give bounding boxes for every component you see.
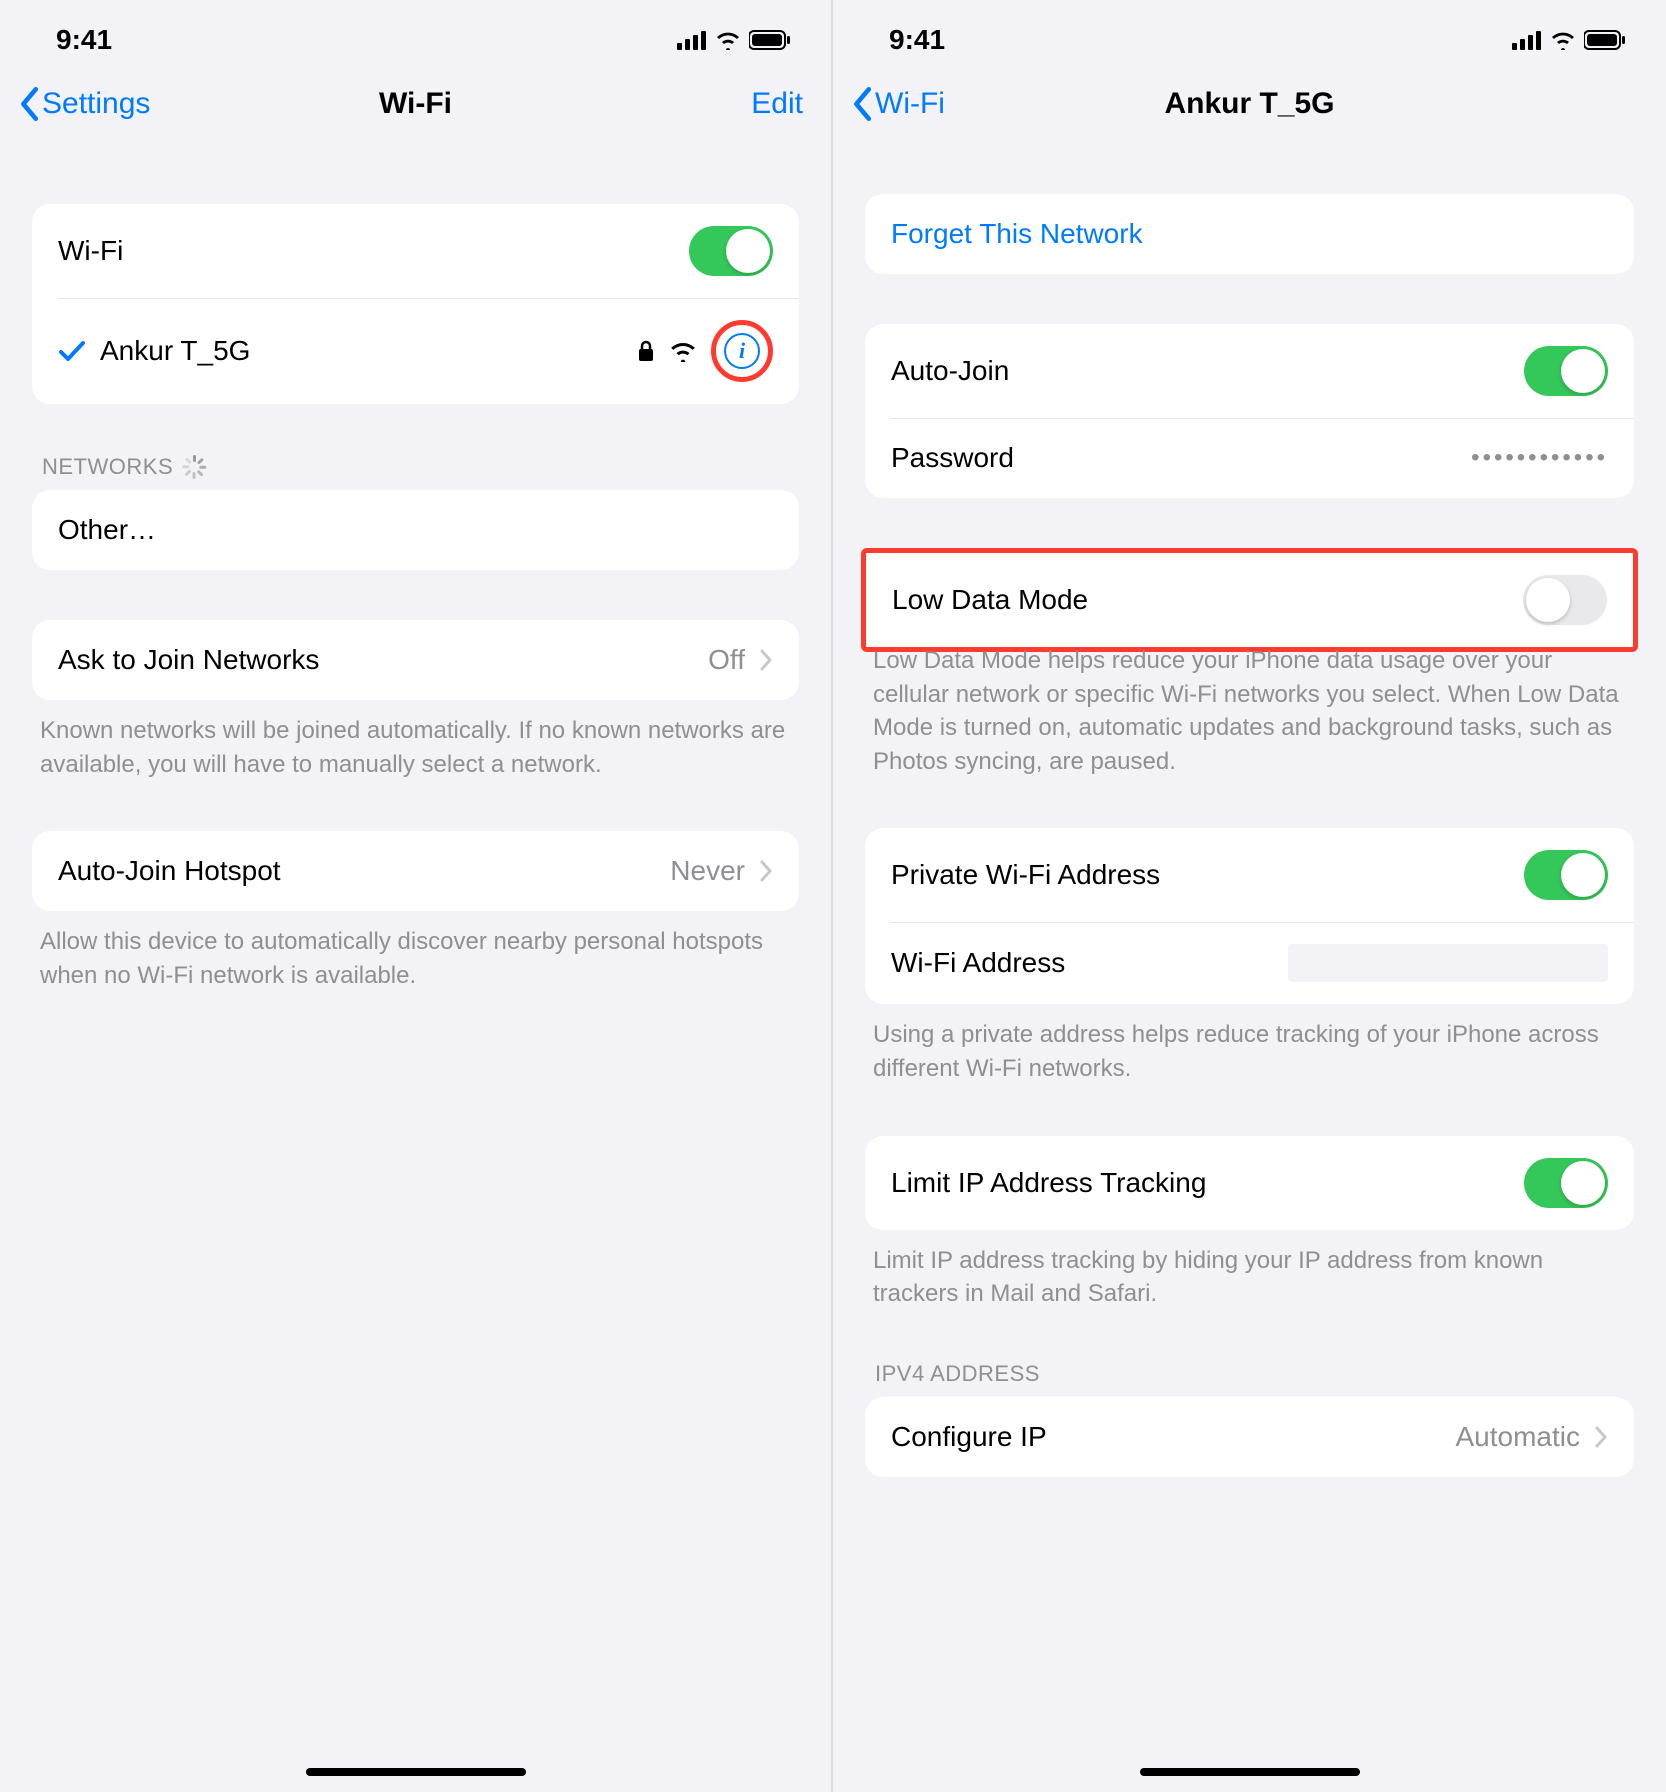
networks-group: NETWORKS Other… <box>32 454 799 570</box>
wifi-addr-label: Wi-Fi Address <box>891 947 1288 979</box>
forget-network-label: Forget This Network <box>891 218 1143 250</box>
info-button[interactable]: i <box>724 333 760 369</box>
back-label: Wi-Fi <box>875 87 945 121</box>
ask-join-row[interactable]: Ask to Join Networks Off <box>32 620 799 700</box>
chevron-right-icon <box>759 648 773 672</box>
nav-bar: Settings Wi-Fi Edit <box>0 64 831 144</box>
lock-icon <box>637 339 655 363</box>
nav-title: Ankur T_5G <box>833 87 1666 121</box>
wifi-addr-value-redacted <box>1288 944 1608 982</box>
cellular-icon <box>1512 30 1542 50</box>
hotspot-row[interactable]: Auto-Join Hotspot Never <box>32 831 799 911</box>
wifi-status-icon <box>1550 30 1576 50</box>
limit-tracking-row[interactable]: Limit IP Address Tracking <box>865 1136 1634 1230</box>
wifi-main-group: Wi-Fi Ankur T_5G i <box>32 204 799 404</box>
autojoin-row[interactable]: Auto-Join <box>865 324 1634 418</box>
back-label: Settings <box>42 87 150 121</box>
status-icons <box>1512 30 1626 50</box>
private-addr-row[interactable]: Private Wi-Fi Address <box>865 828 1634 922</box>
hotspot-group: Auto-Join Hotspot Never Allow this devic… <box>32 831 799 992</box>
private-addr-toggle[interactable] <box>1524 850 1608 900</box>
status-time: 9:41 <box>889 24 945 56</box>
info-button-highlight: i <box>711 320 773 382</box>
hotspot-label: Auto-Join Hotspot <box>58 855 670 887</box>
ask-join-label: Ask to Join Networks <box>58 644 708 676</box>
password-value: •••••••••••• <box>1471 444 1608 472</box>
chevron-left-icon <box>18 87 40 121</box>
status-icons <box>677 30 791 50</box>
limit-tracking-label: Limit IP Address Tracking <box>891 1167 1524 1199</box>
lowdata-label: Low Data Mode <box>892 584 1523 616</box>
configure-ip-label: Configure IP <box>891 1421 1456 1453</box>
other-label: Other… <box>58 514 773 546</box>
wifi-toggle-row[interactable]: Wi-Fi <box>32 204 799 298</box>
status-time: 9:41 <box>56 24 112 56</box>
chevron-left-icon <box>851 87 873 121</box>
private-addr-label: Private Wi-Fi Address <box>891 859 1524 891</box>
lowdata-toggle[interactable] <box>1523 575 1607 625</box>
autojoin-toggle[interactable] <box>1524 346 1608 396</box>
loading-spinner-icon <box>181 455 205 479</box>
wifi-toggle[interactable] <box>689 226 773 276</box>
battery-icon <box>1584 30 1626 50</box>
wifi-status-icon <box>715 30 741 50</box>
chevron-right-icon <box>1594 1425 1608 1449</box>
nav-bar: Wi-Fi Ankur T_5G <box>833 64 1666 144</box>
configure-ip-row[interactable]: Configure IP Automatic <box>865 1397 1634 1477</box>
ask-join-footer: Known networks will be joined automatica… <box>32 700 799 781</box>
other-network-row[interactable]: Other… <box>32 490 799 570</box>
wifi-signal-icon <box>669 340 697 362</box>
limit-tracking-group: Limit IP Address Tracking Limit IP addre… <box>865 1136 1634 1311</box>
limit-tracking-footer: Limit IP address tracking by hiding your… <box>865 1230 1634 1311</box>
network-detail-screen: 9:41 Wi-Fi Ankur T_5G Forget This Networ… <box>833 0 1666 1792</box>
private-addr-footer: Using a private address helps reduce tra… <box>865 1004 1634 1085</box>
ask-join-value: Off <box>708 644 745 676</box>
back-button[interactable]: Wi-Fi <box>851 87 945 121</box>
status-bar: 9:41 <box>0 0 831 64</box>
cellular-icon <box>677 30 707 50</box>
lowdata-row[interactable]: Low Data Mode <box>866 553 1633 647</box>
lowdata-footer-group: Low Data Mode helps reduce your iPhone d… <box>865 630 1634 778</box>
private-addr-group: Private Wi-Fi Address Wi-Fi Address Usin… <box>865 828 1634 1085</box>
connected-network-name: Ankur T_5G <box>100 335 637 367</box>
hotspot-value: Never <box>670 855 745 887</box>
ipv4-header: IPV4 ADDRESS <box>865 1361 1634 1397</box>
wifi-addr-row[interactable]: Wi-Fi Address <box>865 922 1634 1004</box>
autojoin-group: Auto-Join Password •••••••••••• <box>865 324 1634 498</box>
home-indicator[interactable] <box>306 1768 526 1776</box>
ask-join-group: Ask to Join Networks Off Known networks … <box>32 620 799 781</box>
limit-tracking-toggle[interactable] <box>1524 1158 1608 1208</box>
forget-group: Forget This Network <box>865 194 1634 274</box>
password-label: Password <box>891 442 1471 474</box>
network-indicators: i <box>637 320 773 382</box>
chevron-right-icon <box>759 859 773 883</box>
connected-network-row[interactable]: Ankur T_5G i <box>32 298 799 404</box>
home-indicator[interactable] <box>1140 1768 1360 1776</box>
password-row[interactable]: Password •••••••••••• <box>865 418 1634 498</box>
networks-header: NETWORKS <box>32 454 799 490</box>
battery-icon <box>749 30 791 50</box>
lowdata-footer: Low Data Mode helps reduce your iPhone d… <box>865 630 1634 778</box>
autojoin-label: Auto-Join <box>891 355 1524 387</box>
wifi-label: Wi-Fi <box>58 235 689 267</box>
lowdata-highlight: Low Data Mode <box>861 548 1638 652</box>
back-button[interactable]: Settings <box>18 87 150 121</box>
checkmark-icon <box>58 338 86 364</box>
configure-ip-value: Automatic <box>1456 1421 1581 1453</box>
edit-button[interactable]: Edit <box>751 87 803 121</box>
wifi-settings-screen: 9:41 Settings Wi-Fi Edit Wi-Fi Ankur T_5… <box>0 0 833 1792</box>
ipv4-group: IPV4 ADDRESS Configure IP Automatic <box>865 1361 1634 1477</box>
status-bar: 9:41 <box>833 0 1666 64</box>
forget-network-row[interactable]: Forget This Network <box>865 194 1634 274</box>
hotspot-footer: Allow this device to automatically disco… <box>32 911 799 992</box>
